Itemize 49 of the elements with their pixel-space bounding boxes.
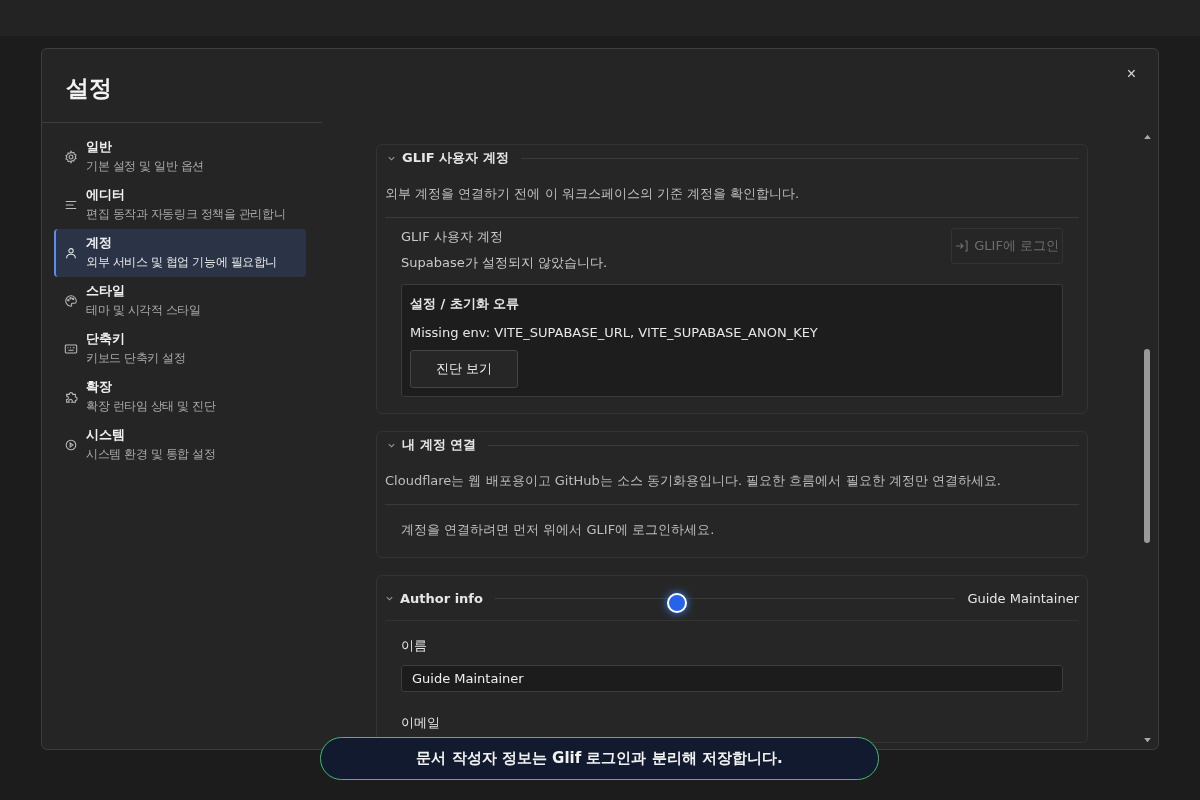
close-button[interactable]: ×	[1120, 63, 1142, 85]
sidebar-item-label: 계정	[86, 234, 113, 252]
settings-icon	[64, 149, 78, 164]
section-summary: Guide Maintainer	[967, 590, 1079, 606]
sidebar-item-description: 편집 동작과 자동링크 정책을 관리합니	[86, 206, 286, 223]
field-label: 이름	[401, 637, 428, 655]
sidebar-item[interactable]: 계정 외부 서비스 및 협업 기능에 필요합니	[54, 229, 306, 277]
keyboard-icon	[64, 341, 78, 356]
sidebar-item-description: 테마 및 시각적 스타일	[86, 302, 201, 319]
sidebar-item-description: 외부 서비스 및 협업 기능에 필요합니	[86, 254, 278, 271]
section-title: 내 계정 연결	[402, 436, 477, 454]
sidebar-item-label: 에디터	[86, 186, 126, 204]
login-notice: 계정을 연결하려면 먼저 위에서 GLIF에 로그인하세요.	[401, 521, 716, 539]
toast-message: 문서 작성자 정보는 Glif 로그인과 분리해 저장합니다.	[416, 749, 783, 768]
sidebar-item-label: 스타일	[86, 282, 126, 300]
sidebar-item-description: 키보드 단축키 설정	[86, 350, 186, 367]
section-description: 외부 계정을 연결하기 전에 이 워크스페이스의 기준 계정을 확인합니다.	[385, 185, 801, 203]
sidebar-item-label: 시스템	[86, 426, 126, 444]
scroll-down-icon[interactable]	[1143, 738, 1151, 743]
error-message: Missing env: VITE_SUPABASE_URL, VITE_SUPABASE_ANON_KEY	[410, 325, 818, 340]
scrollbar-thumb[interactable]	[1144, 349, 1150, 543]
diagnostics-button[interactable]: 진단 보기	[410, 350, 519, 388]
gear-play-icon	[64, 437, 78, 452]
account-status: Supabase가 설정되지 않았습니다.	[401, 254, 608, 272]
section-title: GLIF 사용자 계정	[402, 149, 509, 167]
field-label: 이메일	[401, 714, 441, 732]
puzzle-icon	[64, 389, 78, 404]
sidebar-item-label: 단축키	[86, 330, 126, 348]
login-icon	[955, 239, 970, 253]
error-title: 설정 / 초기화 오류	[410, 295, 520, 313]
sidebar-item-description: 기본 설정 및 일반 옵션	[86, 158, 205, 175]
sidebar-item-description: 시스템 환경 및 통합 설정	[86, 446, 216, 463]
sidebar-item-label: 일반	[86, 138, 113, 156]
sidebar-item[interactable]: 단축키 키보드 단축키 설정	[54, 325, 306, 373]
input-field[interactable]: Guide Maintainer	[401, 665, 1063, 692]
person-icon	[64, 245, 78, 260]
sidebar-item[interactable]: 시스템 시스템 환경 및 통합 설정	[54, 421, 306, 469]
sidebar-item[interactable]: 스타일 테마 및 시각적 스타일	[54, 277, 306, 325]
sidebar-item[interactable]: 일반 기본 설정 및 일반 옵션	[54, 133, 306, 181]
sidebar-item-label: 확장	[86, 378, 113, 396]
palette-icon	[64, 293, 78, 308]
sidebar-item[interactable]: 에디터 편집 동작과 자동링크 정책을 관리합니	[54, 181, 306, 229]
account-label: GLIF 사용자 계정	[401, 228, 504, 246]
sidebar-item[interactable]: 확장 확장 런타임 상태 및 진단	[54, 373, 306, 421]
section-description: Cloudflare는 웹 배포용이고 GitHub는 소스 동기화용입니다. 필요한 흐름에서 필요한 계정만 연결하세요.	[385, 472, 1002, 490]
scroll-up-icon[interactable]	[1143, 134, 1151, 139]
section-title: Author info	[400, 590, 483, 606]
sidebar-item-description: 확장 런타임 상태 및 진단	[86, 398, 216, 415]
dialog-title: 설정	[66, 74, 112, 103]
